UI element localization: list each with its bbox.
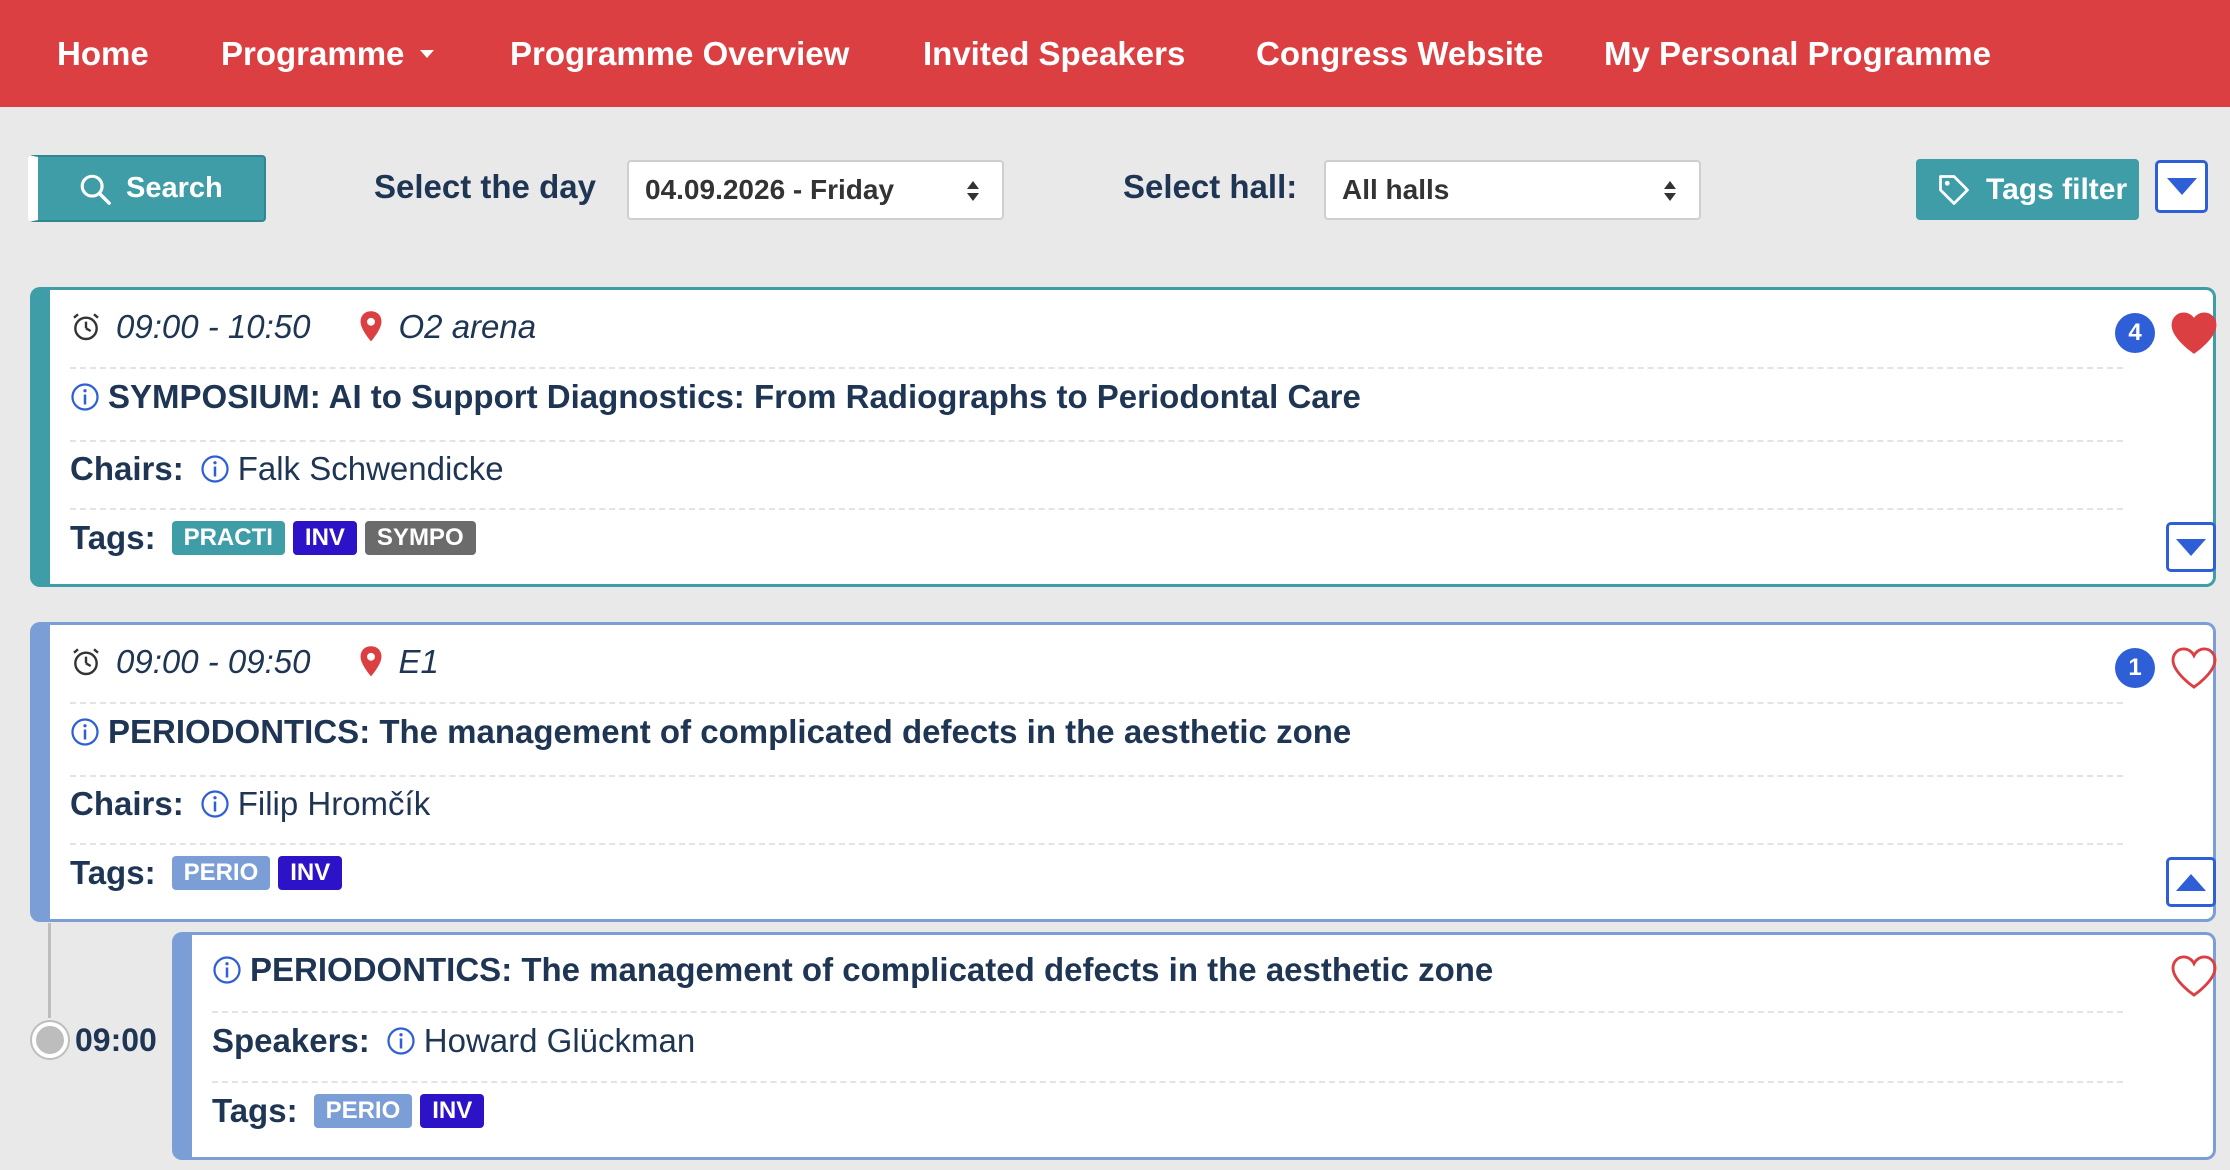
info-icon — [387, 1027, 415, 1055]
nav-home[interactable]: Home — [57, 35, 149, 73]
info-icon — [213, 956, 241, 984]
heart-outline-icon[interactable] — [2171, 647, 2217, 689]
speakers-label: Speakers: — [212, 1022, 370, 1059]
session-title-row[interactable]: SYMPOSIUM: AI to Support Diagnostics: Fr… — [70, 378, 2213, 416]
triangle-down-icon — [2166, 178, 2197, 195]
session-meta-row: 09:00 - 10:50 O2 arena — [70, 308, 2213, 346]
day-select[interactable]: 04.09.2026 - Friday — [627, 160, 1004, 220]
hall-select-value: All halls — [1342, 174, 1450, 205]
expand-all-button[interactable] — [2155, 160, 2208, 213]
search-button-label: Search — [126, 172, 223, 204]
chairs-row: Chairs: Falk Schwendicke — [70, 450, 2213, 488]
tag-inv[interactable]: INV — [278, 856, 343, 890]
hall-select[interactable]: All halls — [1324, 160, 1701, 220]
tags-row: Tags: PERIO INV — [212, 1092, 2213, 1130]
timeline-dot — [32, 1022, 68, 1058]
divider — [70, 775, 2123, 777]
chairs-label: Chairs: — [70, 450, 184, 487]
session-location: E1 — [398, 643, 439, 680]
tag-perio[interactable]: PERIO — [313, 1094, 413, 1128]
speaker-name-link[interactable]: Howard Glückman — [424, 1022, 695, 1060]
session-location: O2 arena — [398, 308, 537, 345]
chairs-row: Chairs: Filip Hromčík — [70, 785, 2213, 823]
chair-name-link[interactable]: Falk Schwendicke — [238, 450, 504, 488]
alarm-clock-icon — [73, 648, 99, 676]
info-icon — [71, 383, 99, 411]
tag-sympo[interactable]: SYMPO — [364, 521, 476, 555]
session-card: 09:00 - 10:50 O2 arena 4 SYMPOSIUM: AI t… — [30, 287, 2217, 587]
divider — [70, 702, 2123, 704]
nav-congress-website[interactable]: Congress Website — [1256, 35, 1543, 73]
divider — [212, 1081, 2123, 1083]
day-select-label: Select the day — [374, 168, 596, 205]
heart-icon[interactable] — [2171, 312, 2217, 354]
collapse-session-button[interactable] — [2166, 857, 2216, 907]
divider — [70, 508, 2123, 510]
tag-inv[interactable]: INV — [292, 521, 357, 555]
search-button[interactable]: Search — [28, 155, 266, 222]
nav-programme-label: Programme — [221, 34, 405, 72]
triangle-up-icon — [2176, 873, 2206, 891]
tag-icon — [1939, 174, 1969, 205]
info-icon — [201, 790, 229, 818]
divider — [212, 1011, 2123, 1013]
session-card: 09:00 - 09:50 E1 1 PERIODONTICS: The man… — [30, 622, 2217, 922]
tag-inv[interactable]: INV — [420, 1094, 485, 1128]
alarm-clock-icon — [73, 313, 99, 341]
search-icon — [80, 174, 111, 205]
session-title-row[interactable]: PERIODONTICS: The management of complica… — [70, 713, 2213, 751]
tags-filter-button[interactable]: Tags filter — [1916, 159, 2139, 220]
tags-label: Tags: — [212, 1092, 298, 1129]
expand-session-button[interactable] — [2166, 522, 2216, 572]
lecture-card: PERIODONTICS: The management of complica… — [172, 932, 2217, 1160]
session-meta-row: 09:00 - 09:50 E1 — [70, 643, 2213, 681]
session-time: 09:00 - 10:50 — [116, 308, 311, 345]
tags-label: Tags: — [70, 519, 156, 556]
tags-filter-label: Tags filter — [1986, 172, 2128, 206]
tags-row: Tags: PERIO INV — [70, 854, 2213, 892]
nav-overview-label: Programme Overview — [510, 34, 850, 72]
select-arrows-icon — [1664, 181, 1676, 201]
hall-select-label: Select hall: — [1123, 168, 1298, 205]
tags-row: Tags: PRACTI INV SYMPO — [70, 519, 2213, 557]
timeline-line — [48, 923, 51, 1018]
select-arrows-icon — [967, 181, 979, 201]
session-time: 09:00 - 09:50 — [116, 643, 311, 680]
divider — [70, 440, 2123, 442]
nav-invited-speakers[interactable]: Invited Speakers — [923, 35, 1185, 73]
session-title: SYMPOSIUM: AI to Support Diagnostics: Fr… — [108, 378, 1361, 415]
nav-website-label: Congress Website — [1256, 34, 1544, 72]
info-icon — [71, 718, 99, 746]
nav-home-label: Home — [57, 34, 149, 72]
chair-name-link[interactable]: Filip Hromčík — [238, 785, 431, 823]
nav-speakers-label: Invited Speakers — [923, 34, 1186, 72]
nav-programme-overview[interactable]: Programme Overview — [510, 35, 849, 73]
timeline-time: 09:00 — [75, 1022, 157, 1058]
tag-practi[interactable]: PRACTI — [171, 521, 285, 555]
tags-label: Tags: — [70, 854, 156, 891]
info-icon — [201, 455, 229, 483]
chairs-label: Chairs: — [70, 785, 184, 822]
triangle-down-icon — [2176, 538, 2206, 556]
speakers-row: Speakers: Howard Glückman — [212, 1022, 2213, 1060]
caret-down-icon — [420, 49, 435, 58]
count-badge: 1 — [2115, 648, 2155, 688]
nav-programme-dropdown[interactable]: Programme — [221, 34, 435, 73]
divider — [70, 367, 2123, 369]
lecture-title: PERIODONTICS: The management of complica… — [250, 951, 1494, 988]
session-title: PERIODONTICS: The management of complica… — [108, 713, 1352, 750]
lecture-title-row[interactable]: PERIODONTICS: The management of complica… — [212, 951, 2213, 989]
top-navbar: Home Programme Programme Overview Invite… — [0, 0, 2230, 107]
map-pin-icon — [360, 646, 381, 677]
count-badge: 4 — [2115, 313, 2155, 353]
nav-my-personal-programme[interactable]: My Personal Programme — [1604, 35, 1991, 73]
divider — [70, 843, 2123, 845]
map-pin-icon — [360, 311, 381, 342]
day-select-value: 04.09.2026 - Friday — [645, 174, 895, 205]
tag-perio[interactable]: PERIO — [171, 856, 271, 890]
nav-personal-label: My Personal Programme — [1604, 34, 1991, 72]
